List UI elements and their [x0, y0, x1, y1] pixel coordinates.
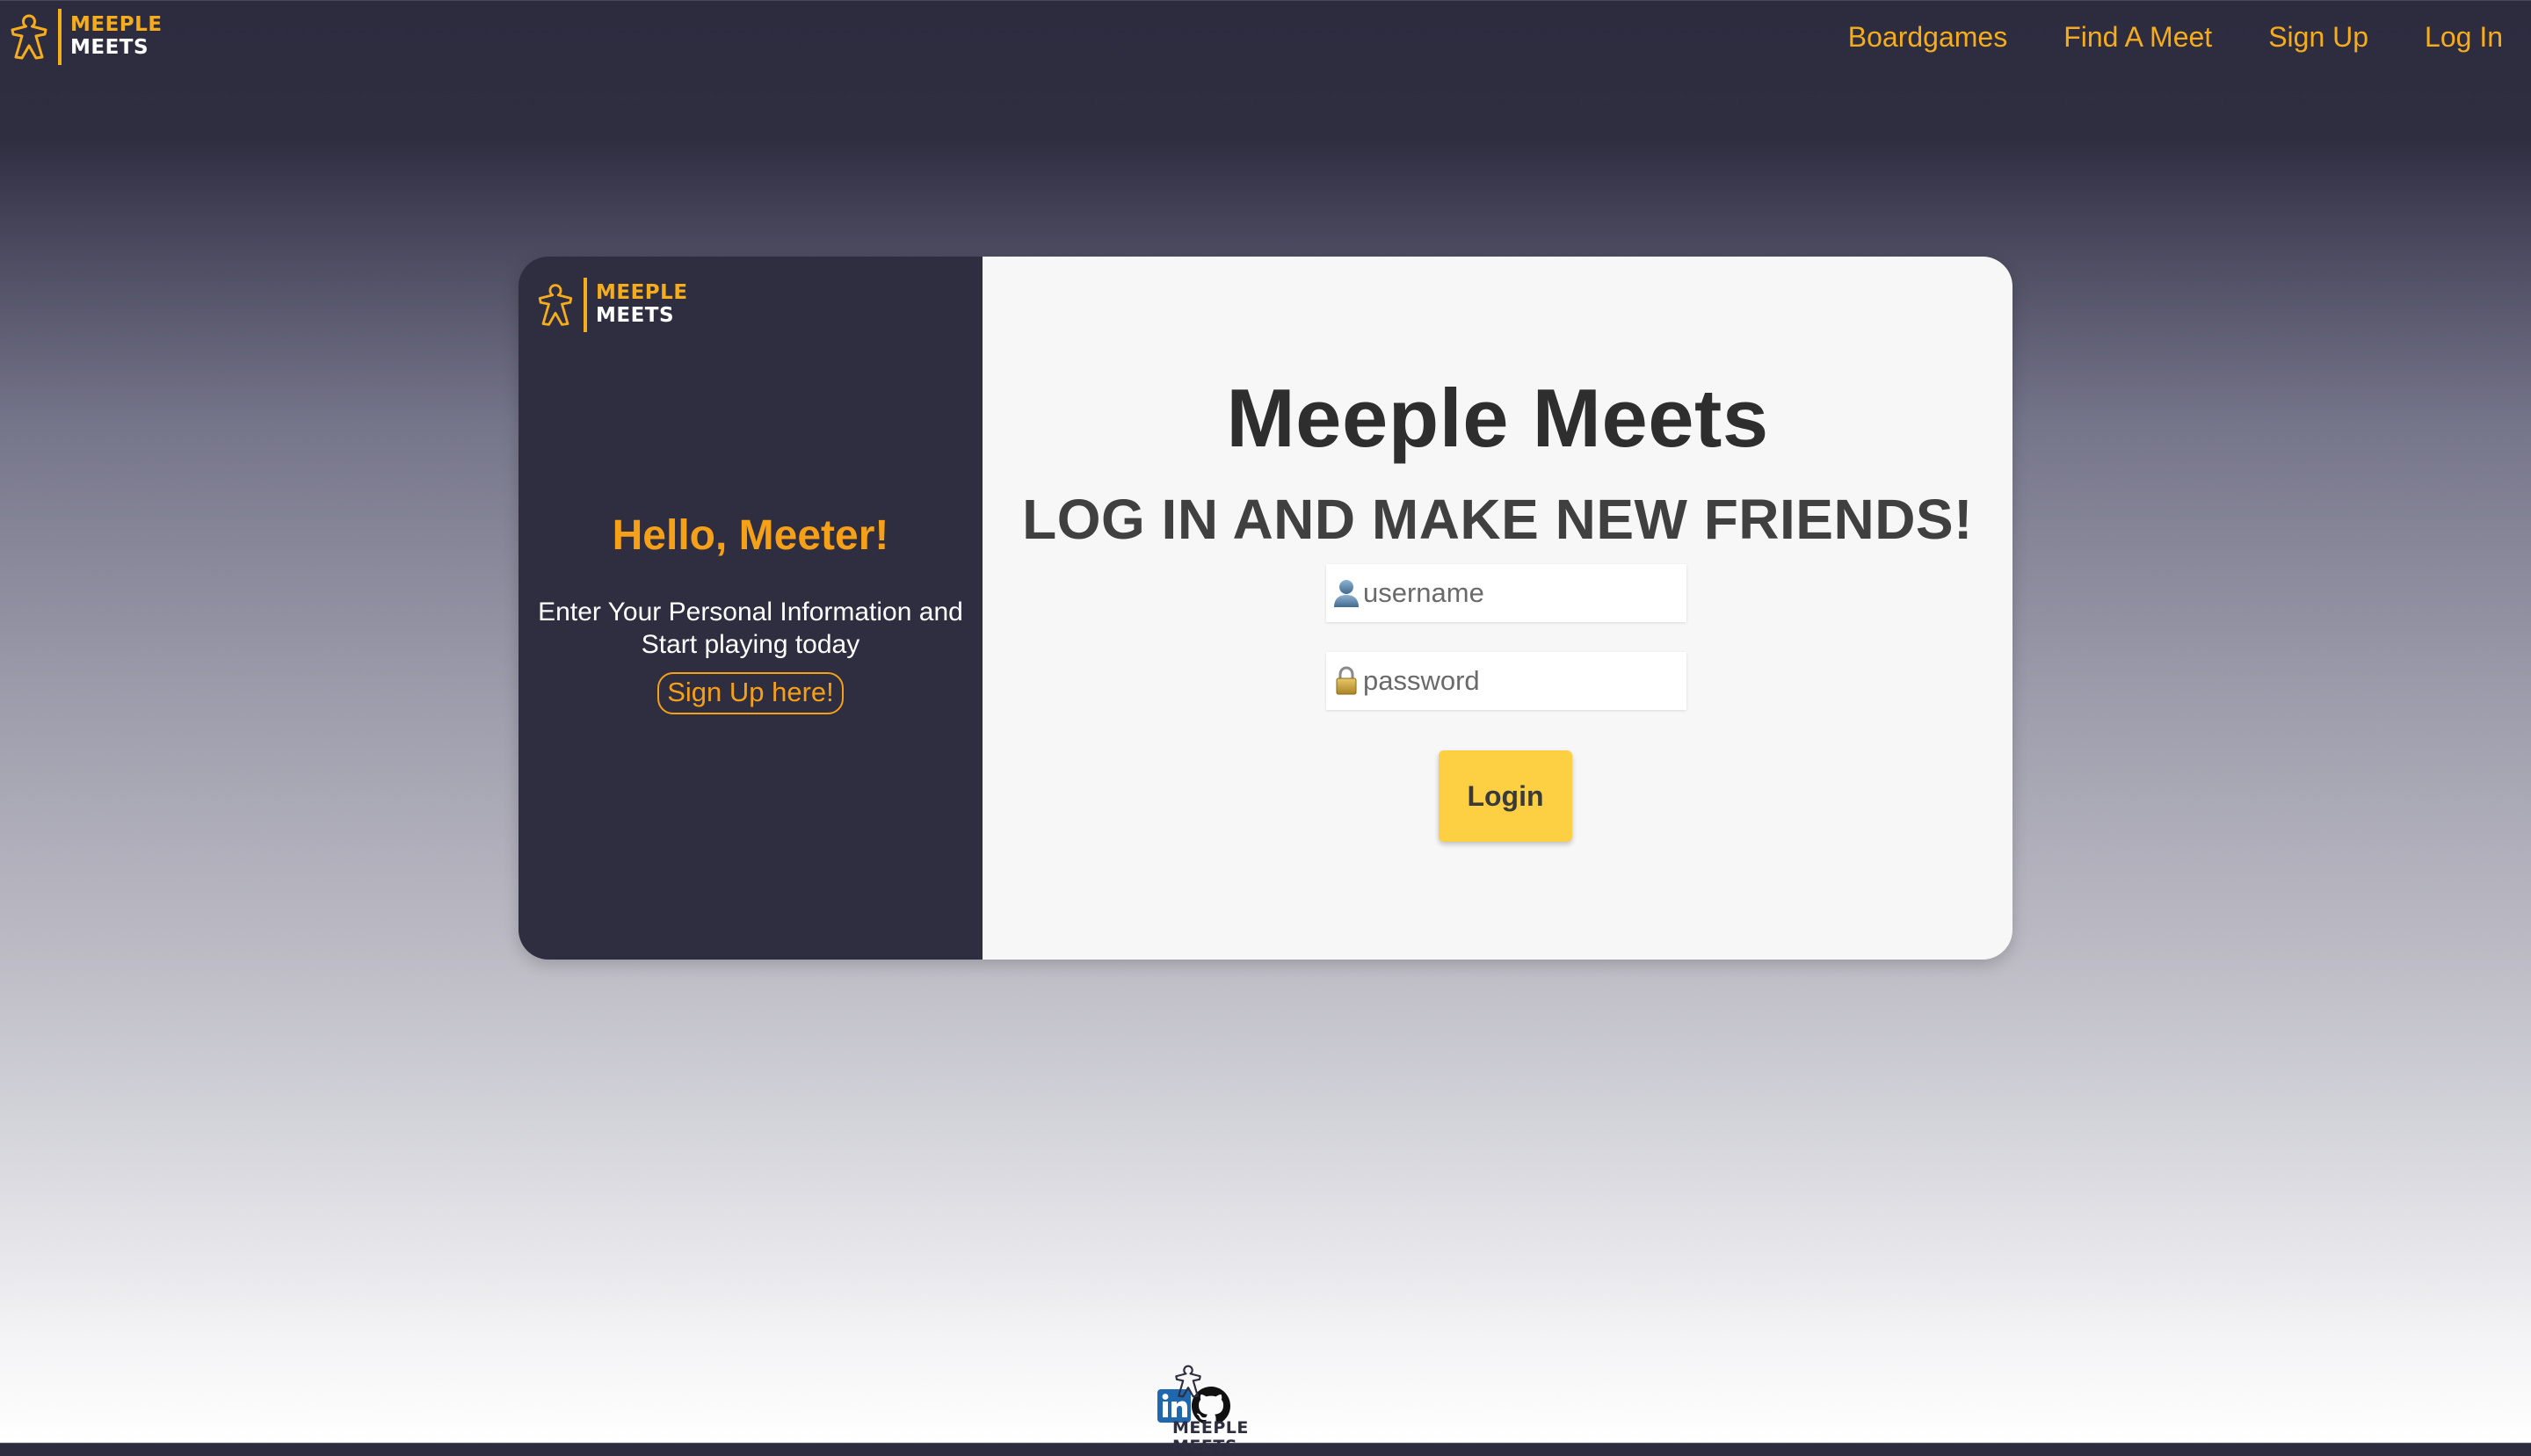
logo-wordmark: MEEPLE MEETS	[596, 281, 688, 328]
top-navbar: MEEPLE MEETS Boardgames Find A Meet Sign…	[0, 0, 2531, 84]
lock-icon	[1336, 666, 1357, 695]
user-icon	[1334, 580, 1359, 607]
login-card: MEEPLE MEETS Hello, Meeter! Enter Your P…	[519, 257, 2012, 960]
username-input[interactable]	[1361, 577, 1679, 609]
meeple-icon	[11, 14, 47, 60]
logo-word-meeple: MEEPLE	[70, 13, 163, 37]
logo-word-meets: MEETS	[70, 36, 149, 59]
welcome-panel: MEEPLE MEETS Hello, Meeter! Enter Your P…	[519, 257, 983, 960]
greeting-heading: Hello, Meeter!	[612, 512, 889, 559]
nav-link-sign-up[interactable]: Sign Up	[2268, 21, 2368, 54]
footer-logo[interactable]: MEEPLE MEETS	[1172, 1359, 1249, 1456]
logo-word-meeple: MEEPLE	[1172, 1417, 1249, 1438]
nav-links: Boardgames Find A Meet Sign Up Log In	[1792, 21, 2503, 54]
password-input[interactable]	[1361, 665, 1679, 697]
site-logo[interactable]: MEEPLE MEETS	[7, 9, 163, 65]
nav-link-log-in[interactable]: Log In	[2425, 21, 2503, 54]
card-logo: MEEPLE MEETS	[534, 278, 688, 332]
logo-divider	[58, 9, 62, 65]
password-field	[1326, 652, 1686, 710]
login-form-panel: Meeple Meets LOG IN AND MAKE NEW FRIENDS…	[983, 257, 2012, 960]
signup-here-link[interactable]: Sign Up here!	[657, 672, 844, 714]
nav-link-boardgames[interactable]: Boardgames	[1848, 21, 2007, 54]
logo-word-meeple: MEEPLE	[596, 281, 688, 305]
logo-word-meets: MEETS	[596, 304, 675, 327]
logo-divider	[584, 278, 587, 332]
meeple-icon	[1175, 1365, 1201, 1398]
logo-wordmark: MEEPLE MEETS	[1172, 1417, 1249, 1456]
nav-link-find-a-meet[interactable]: Find A Meet	[2063, 21, 2212, 54]
logo-word-meets: MEETS	[1172, 1437, 1238, 1456]
logo-wordmark: MEEPLE MEETS	[70, 13, 163, 60]
meeple-icon	[538, 284, 573, 326]
footer: MEEPLE MEETS	[1157, 1365, 1248, 1456]
page-title: Meeple Meets	[1226, 372, 1769, 464]
username-field	[1326, 564, 1686, 622]
page-subtitle: LOG IN AND MAKE NEW FRIENDS!	[1022, 488, 1973, 551]
greeting-subtitle: Enter Your Personal Information and Star…	[538, 598, 963, 659]
login-button[interactable]: Login	[1439, 750, 1572, 842]
